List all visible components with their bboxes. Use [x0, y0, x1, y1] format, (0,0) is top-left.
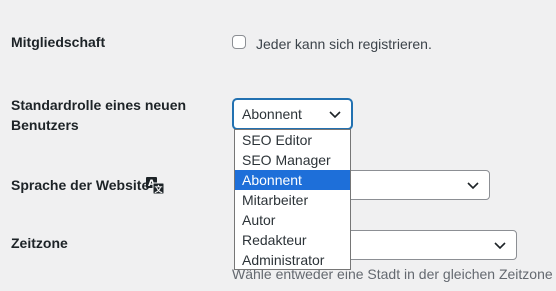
timezone-select[interactable]: [340, 230, 517, 260]
chevron-down-icon: [329, 111, 341, 119]
svg-text:文: 文: [155, 184, 164, 194]
membership-checkbox-label[interactable]: Jeder kann sich registrieren.: [256, 34, 432, 54]
timezone-label: Zeitzone: [11, 235, 68, 251]
role-option-seo-manager[interactable]: SEO Manager: [235, 150, 350, 170]
role-option-autor[interactable]: Autor: [235, 210, 350, 230]
chevron-down-icon: [494, 242, 506, 250]
default-role-label-line1: Standardrolle eines neuen: [11, 97, 187, 113]
role-option-abonnent[interactable]: Abonnent: [235, 170, 350, 190]
role-option-mitarbeiter[interactable]: Mitarbeiter: [235, 190, 350, 210]
default-role-select[interactable]: Abonnent: [233, 99, 352, 129]
chevron-down-icon: [467, 182, 479, 190]
default-role-selected-value: Abonnent: [242, 106, 302, 122]
role-option-administrator[interactable]: Administrator: [235, 250, 350, 270]
membership-label: Mitgliedschaft: [11, 34, 106, 50]
site-language-label: Sprache der Website: [11, 177, 150, 193]
site-language-select[interactable]: [340, 170, 490, 200]
role-option-redakteur[interactable]: Redakteur: [235, 230, 350, 250]
default-role-dropdown-list: SEO Editor SEO Manager Abonnent Mitarbei…: [234, 129, 351, 270]
membership-checkbox[interactable]: [232, 35, 246, 49]
role-option-seo-editor[interactable]: SEO Editor: [235, 130, 350, 150]
default-role-label-line2: Benutzers: [11, 117, 79, 133]
translate-icon: A 文: [146, 177, 165, 195]
